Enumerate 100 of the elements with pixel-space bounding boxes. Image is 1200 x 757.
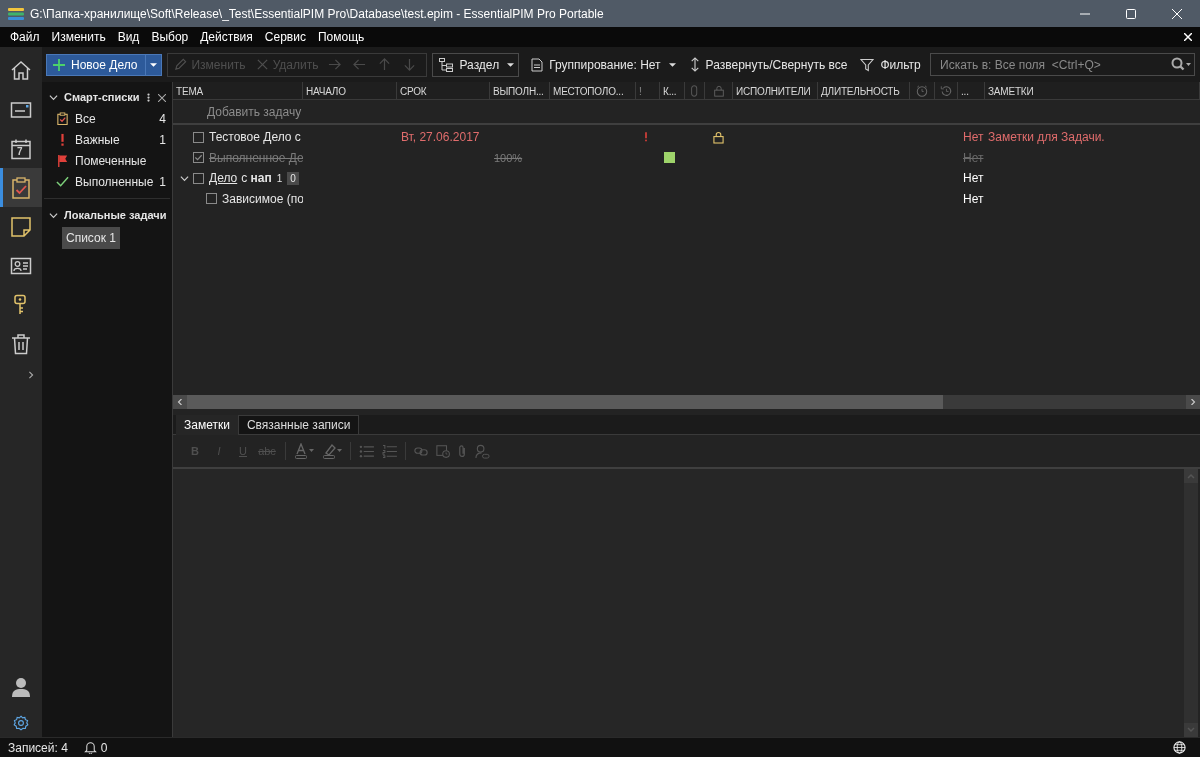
- checkbox[interactable]: [193, 131, 204, 143]
- highlighter-icon[interactable]: [322, 443, 342, 459]
- checkbox[interactable]: [193, 172, 204, 184]
- note-icon[interactable]: [10, 215, 32, 238]
- column-header[interactable]: ДЛИТЕЛЬНОСТЬ: [821, 83, 900, 99]
- column-header[interactable]: МЕСТОПОЛО...: [553, 83, 624, 99]
- task-link[interactable]: Дело: [209, 169, 238, 188]
- sidebar-item[interactable]: Выполненные 1: [42, 171, 172, 192]
- column-header[interactable]: СРОК: [400, 83, 427, 99]
- due-date: Вт, 27.06.2017: [401, 130, 480, 145]
- caret-icon: [507, 62, 515, 67]
- scrollbar-thumb[interactable]: [187, 395, 943, 409]
- column-header[interactable]: НАЧАЛО: [306, 83, 346, 99]
- close-icon: [255, 58, 269, 71]
- menu-item[interactable]: Сервис: [258, 28, 312, 46]
- section-title[interactable]: Смарт-списки: [64, 89, 140, 106]
- list-item[interactable]: Список 1: [62, 227, 120, 249]
- plus-icon: [53, 58, 65, 71]
- task-title[interactable]: с нап: [241, 169, 272, 188]
- selection-bar: [0, 168, 3, 207]
- up-down-arrow-icon: [689, 57, 700, 72]
- close-icon[interactable]: [158, 93, 166, 102]
- recurrence-text: Нет: [963, 191, 984, 206]
- scroll-left-button[interactable]: [173, 395, 187, 409]
- menu-item[interactable]: Действия: [194, 28, 259, 46]
- checkbox[interactable]: [206, 193, 217, 205]
- column-header[interactable]: ЗАМЕТКИ: [988, 83, 1034, 99]
- task-list-icon[interactable]: [10, 176, 32, 199]
- sidebar-item[interactable]: Все 4: [42, 108, 172, 129]
- chevron-right-icon[interactable]: [27, 371, 35, 379]
- menu-item[interactable]: Вид: [111, 28, 146, 46]
- recurrence-text: Нет: [963, 130, 984, 145]
- settings-icon[interactable]: [13, 715, 29, 731]
- caret-icon: [150, 62, 158, 67]
- chevron-down-icon[interactable]: [180, 173, 189, 183]
- maximize-icon[interactable]: [1126, 8, 1136, 19]
- filter-button[interactable]: Фильтр: [860, 52, 921, 77]
- expand-collapse-button[interactable]: Развернуть/Свернуть все: [689, 52, 848, 77]
- task-title[interactable]: Зависимое (по: [222, 189, 303, 208]
- filter-icon: [860, 57, 875, 72]
- count-badge: 0: [287, 171, 299, 185]
- search-field[interactable]: Искать в: Все поля <Ctrl+Q>: [930, 53, 1195, 76]
- menu-item[interactable]: Помощь: [311, 28, 371, 46]
- caret-icon: [668, 62, 676, 67]
- checkbox[interactable]: [193, 152, 204, 164]
- new-task-button[interactable]: Новое Дело: [46, 53, 147, 76]
- text-color-icon[interactable]: [294, 443, 314, 459]
- reminder-count: 0: [100, 739, 108, 757]
- calendar-icon[interactable]: 7: [10, 137, 32, 160]
- chevron-right-icon: [1190, 399, 1196, 405]
- sidebar-item[interactable]: Помеченные: [42, 150, 172, 171]
- column-header[interactable]: К...: [663, 83, 677, 99]
- close-icon[interactable]: [1182, 31, 1194, 43]
- column-header[interactable]: ВЫПОЛН...: [493, 83, 544, 99]
- calendar-day: 7: [17, 145, 23, 157]
- paperclip-icon[interactable]: [458, 443, 467, 459]
- task-title[interactable]: Тестовое Дело с: [209, 128, 301, 147]
- menu-item[interactable]: Изменить: [45, 28, 112, 46]
- alarm-clock-icon[interactable]: [916, 85, 928, 97]
- dropdown-button[interactable]: [146, 53, 163, 76]
- checkmark-icon: [56, 175, 69, 188]
- recurrence-text: Нет: [963, 171, 984, 186]
- tab[interactable]: Связанные записи: [237, 415, 360, 435]
- percent-complete: 100%: [494, 151, 523, 164]
- chevron-left-icon: [177, 399, 183, 405]
- section-button[interactable]: Раздел: [432, 52, 520, 77]
- column-header[interactable]: ...: [961, 83, 969, 99]
- record-count: Записей: 4: [8, 739, 68, 757]
- home-icon[interactable]: [10, 59, 32, 82]
- task-notes: Заметки для Задачи.: [988, 130, 1105, 145]
- grouping-button[interactable]: Группирование: Нет: [531, 52, 676, 77]
- tab[interactable]: Заметки: [176, 415, 238, 435]
- user-icon[interactable]: [11, 677, 31, 697]
- window-title: G:\Папка-хранилище\Soft\Release\_Test\EssentialPIM Pro\Database\test.epim - EssentialPIM Pro Portable: [30, 5, 604, 23]
- app-logo-icon: [8, 7, 24, 20]
- sidebar-item[interactable]: Важные 1: [42, 129, 172, 150]
- pencil-icon: [174, 58, 188, 71]
- history-icon[interactable]: [940, 85, 952, 97]
- chevron-down-icon[interactable]: [49, 93, 58, 102]
- menu-item[interactable]: Выбор: [145, 28, 195, 46]
- menu-item[interactable]: Файл: [4, 28, 46, 46]
- search-icon[interactable]: [1171, 57, 1191, 71]
- flag-icon: [56, 154, 69, 167]
- add-task-field[interactable]: Добавить задачу: [207, 102, 302, 121]
- bell-icon[interactable]: [83, 741, 97, 754]
- trash-icon[interactable]: [10, 332, 32, 355]
- recurrence-text: Нет: [963, 150, 984, 165]
- scroll-right-button[interactable]: [1186, 395, 1200, 409]
- count-text: 1: [276, 171, 283, 186]
- globe-icon[interactable]: [1173, 741, 1186, 754]
- document-icon: [531, 57, 544, 72]
- column-header[interactable]: ИСПОЛНИТЕЛИ: [736, 83, 811, 99]
- task-title[interactable]: Выполненное Де: [209, 148, 303, 167]
- column-header[interactable]: !: [639, 83, 642, 99]
- chevron-down-icon[interactable]: [49, 211, 58, 220]
- clipboard-check-icon: [56, 112, 69, 125]
- column-header[interactable]: ТЕМА: [176, 83, 203, 99]
- more-icon[interactable]: [147, 92, 150, 103]
- section-title[interactable]: Локальные задачи: [64, 207, 167, 224]
- tree-icon: [439, 57, 454, 72]
